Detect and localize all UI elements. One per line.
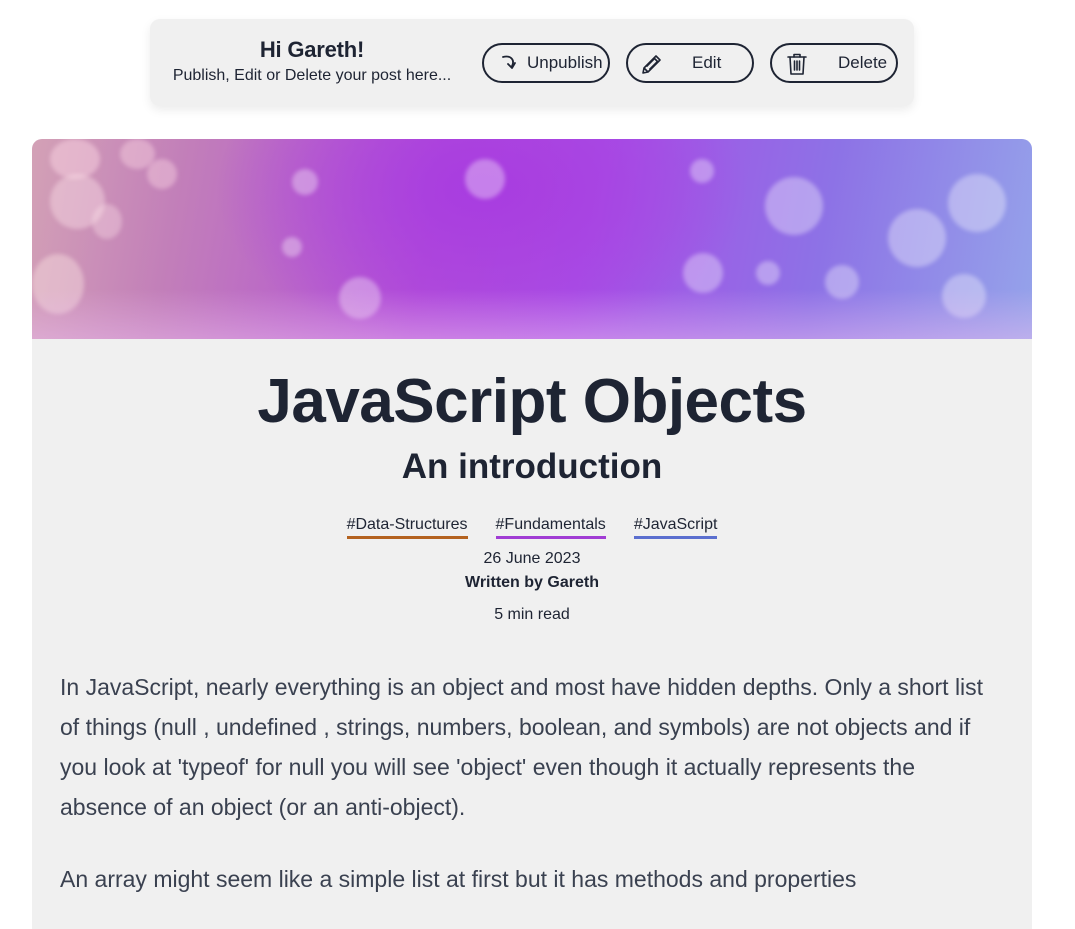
tag-link-fundamentals[interactable]: #Fundamentals [495,515,606,539]
post-author: Written by Gareth [465,574,599,591]
post-paragraph: In JavaScript, nearly everything is an o… [60,674,984,820]
greeting-block: Hi Gareth! Publish, Edit or Delete your … [165,37,459,87]
delete-button[interactable]: Delete [770,43,898,83]
post-title: JavaScript Objects [257,367,807,436]
post-date: 26 June 2023 [483,550,581,567]
post-banner-image [32,139,1032,339]
post-subtitle: An introduction [401,447,663,486]
pencil-icon [640,52,662,74]
tag-link-javascript[interactable]: #JavaScript [633,515,718,539]
post-admin-bar: Hi Gareth! Publish, Edit or Delete your … [150,19,914,106]
unpublish-label: Unpublish [527,53,603,72]
post-read-time: 5 min read [494,606,570,623]
edit-label: Edit [692,53,722,72]
post-card: JavaScript Objects An introduction #Data… [32,139,1032,929]
greeting-subtitle: Publish, Edit or Delete your post here..… [172,67,452,84]
edit-button[interactable]: Edit [626,43,754,83]
undo-arrow-icon [499,52,521,74]
post-tags: #Data-Structures #Fundamentals #JavaScri… [32,515,1032,539]
tag-link-data-structures[interactable]: #Data-Structures [346,515,468,539]
unpublish-button[interactable]: Unpublish [482,43,610,83]
trash-icon [786,52,808,75]
post-paragraph: An array might seem like a simple list a… [60,866,857,892]
delete-label: Delete [838,53,888,72]
greeting-title: Hi Gareth! [259,37,365,62]
